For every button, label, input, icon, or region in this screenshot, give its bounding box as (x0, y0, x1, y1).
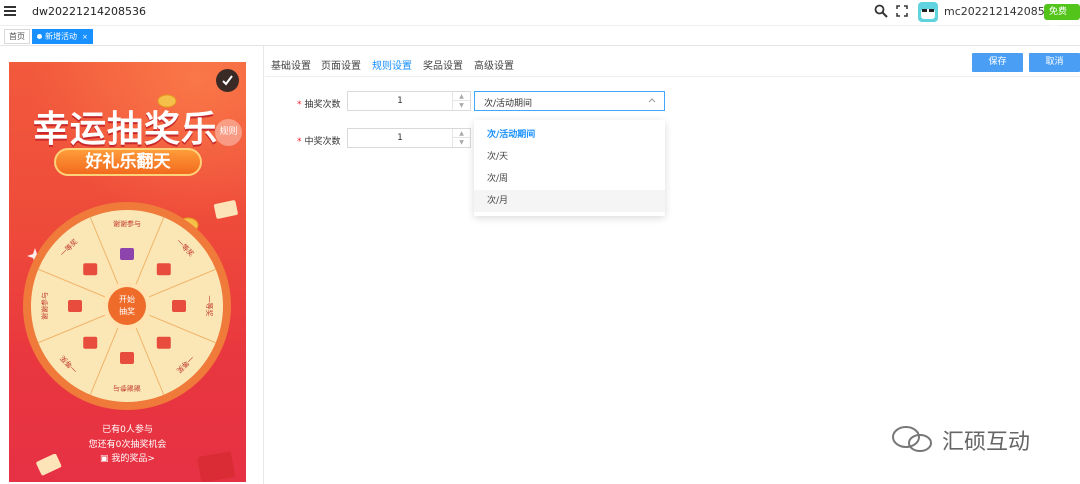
draw-count-stepper[interactable]: ▲ ▼ (452, 92, 470, 110)
wechat-icon (892, 426, 932, 452)
unit-dropdown: 次/活动期间 次/天 次/周 次/月 (474, 120, 665, 216)
settings-nav: 基础设置 页面设置 规则设置 奖品设置 高级设置 保存 取消 (265, 46, 1080, 77)
gift-box-icon (83, 263, 98, 276)
gift-box-icon (172, 300, 186, 312)
chances-text: 您还有0次抽奖机会 (88, 440, 167, 450)
watermark: 汇硕互动 (890, 424, 1030, 455)
username[interactable]: mc20221214208536 (944, 5, 1059, 18)
active-dot-icon (37, 34, 42, 39)
win-count-value[interactable]: 1 (348, 133, 452, 143)
option-per-month[interactable]: 次/月 (474, 190, 665, 212)
menu-fold-icon[interactable] (4, 6, 16, 18)
avatar[interactable] (918, 2, 938, 22)
my-prize-link[interactable]: ▣ 我的奖品> (9, 451, 246, 464)
nav-advanced[interactable]: 高级设置 (474, 57, 514, 72)
tab-bar: 首页 新增活动 × (0, 26, 1080, 46)
decrement-icon[interactable]: ▼ (453, 101, 470, 110)
wheel-start-line1[interactable]: 开始 (119, 294, 135, 304)
watermark-text: 汇硕互动 (942, 430, 1031, 455)
gift-icon: ▣ (100, 454, 112, 464)
draw-count-input[interactable]: 1 ▲ ▼ (347, 91, 471, 111)
app-title: dw20221214208536 (32, 5, 146, 18)
win-count-stepper[interactable]: ▲ ▼ (452, 129, 470, 147)
participants-text: 已有0人参与 (102, 425, 153, 435)
tab-label: 新增活动 (45, 32, 77, 41)
wheel-start-line2[interactable]: 抽奖 (119, 306, 135, 316)
coin-pot-icon (120, 248, 134, 260)
phone-preview: 幸运抽奖乐 规则 好礼乐翻天 谢谢参与 一等奖 一等奖 一等奖 谢谢参与 一等奖 谢谢参与一… (9, 62, 246, 482)
plan-badge: 免费版 (1044, 4, 1080, 33)
decrement-icon[interactable]: ▼ (453, 138, 470, 147)
unit-select-value: 次/活动期间 (484, 99, 533, 109)
coin-icon (157, 94, 177, 108)
option-per-day[interactable]: 次/天 (474, 146, 665, 168)
draw-count-label: * 抽奖次数 (297, 100, 341, 110)
option-per-week[interactable]: 次/周 (474, 168, 665, 190)
tab-home[interactable]: 首页 (4, 29, 30, 44)
nav-page[interactable]: 页面设置 (321, 57, 361, 72)
my-prize-label: 我的奖品> (111, 454, 155, 464)
increment-icon[interactable]: ▲ (453, 129, 470, 138)
nav-rules[interactable]: 规则设置 (372, 57, 412, 72)
draw-count-value[interactable]: 1 (348, 96, 452, 106)
top-bar: dw20221214208536 mc20221214208536 免费版 (0, 0, 1080, 33)
win-count-input[interactable]: 1 ▲ ▼ (347, 128, 471, 148)
lottery-wheel: 谢谢参与 一等奖 一等奖 一等奖 谢谢参与 一等奖 谢谢参与 一等奖 开始 抽奖 (22, 201, 232, 411)
gift-box-icon (120, 352, 134, 364)
cancel-button[interactable]: 取消 (1029, 53, 1080, 72)
wheel-segment-label: 谢谢参与 (40, 292, 49, 320)
close-icon[interactable]: × (82, 33, 88, 41)
gift-box-icon (156, 336, 171, 349)
increment-icon[interactable]: ▲ (453, 92, 470, 101)
win-count-label: * 中奖次数 (297, 137, 341, 147)
save-button[interactable]: 保存 (972, 53, 1023, 72)
chevron-up-icon (648, 98, 656, 103)
nav-prizes[interactable]: 奖品设置 (423, 57, 463, 72)
fullscreen-icon[interactable] (896, 5, 908, 17)
nav-basic[interactable]: 基础设置 (271, 57, 311, 72)
wheel-segment-label: 一等奖 (205, 296, 214, 317)
rules-button[interactable]: 规则 (215, 119, 242, 146)
gift-box-icon (83, 336, 98, 349)
tab-label: 首页 (9, 32, 25, 41)
gift-box-icon (68, 300, 82, 312)
preview-subtitle: 好礼乐翻天 (54, 148, 202, 176)
wheel-segment-label: 谢谢参与 (113, 219, 141, 228)
wheel-segment-label: 谢谢参与 (113, 384, 141, 393)
preview-headline: 幸运抽奖乐 (33, 109, 219, 150)
tab-new-activity[interactable]: 新增活动 × (32, 29, 93, 44)
unit-select[interactable]: 次/活动期间 (474, 91, 665, 111)
music-icon[interactable] (216, 69, 239, 92)
option-activity-period[interactable]: 次/活动期间 (474, 124, 665, 146)
preview-panel: 幸运抽奖乐 规则 好礼乐翻天 谢谢参与 一等奖 一等奖 一等奖 谢谢参与 一等奖 谢谢参与一… (0, 46, 264, 484)
gift-box-icon (156, 263, 171, 276)
search-icon[interactable] (874, 4, 888, 18)
